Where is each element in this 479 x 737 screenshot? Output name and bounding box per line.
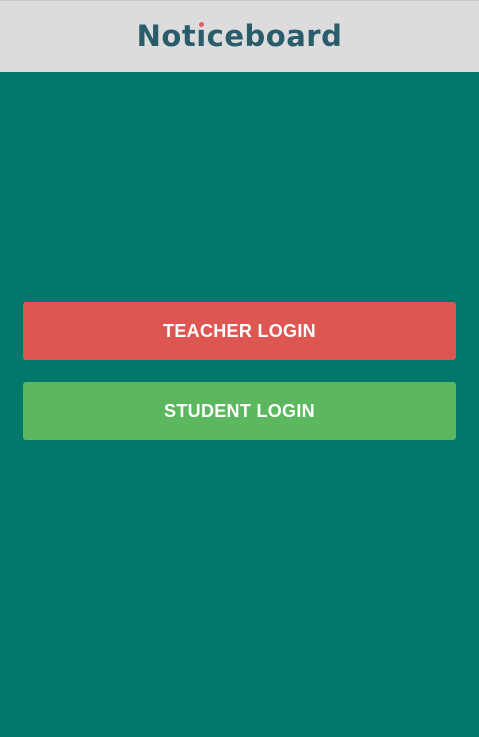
app-screen: Notı ceboard TEACHER LOGIN STUDENT LOGIN — [0, 0, 479, 737]
logo-letter-i: ı — [196, 16, 206, 56]
logo-dot-icon — [198, 22, 204, 27]
logo-text-end: ceboard — [206, 19, 343, 53]
student-login-button[interactable]: STUDENT LOGIN — [23, 382, 456, 440]
logo-text-start: Not — [136, 19, 197, 53]
app-logo: Notı ceboard — [0, 16, 479, 56]
app-header: Notı ceboard — [0, 0, 479, 72]
teacher-login-button[interactable]: TEACHER LOGIN — [23, 302, 456, 360]
